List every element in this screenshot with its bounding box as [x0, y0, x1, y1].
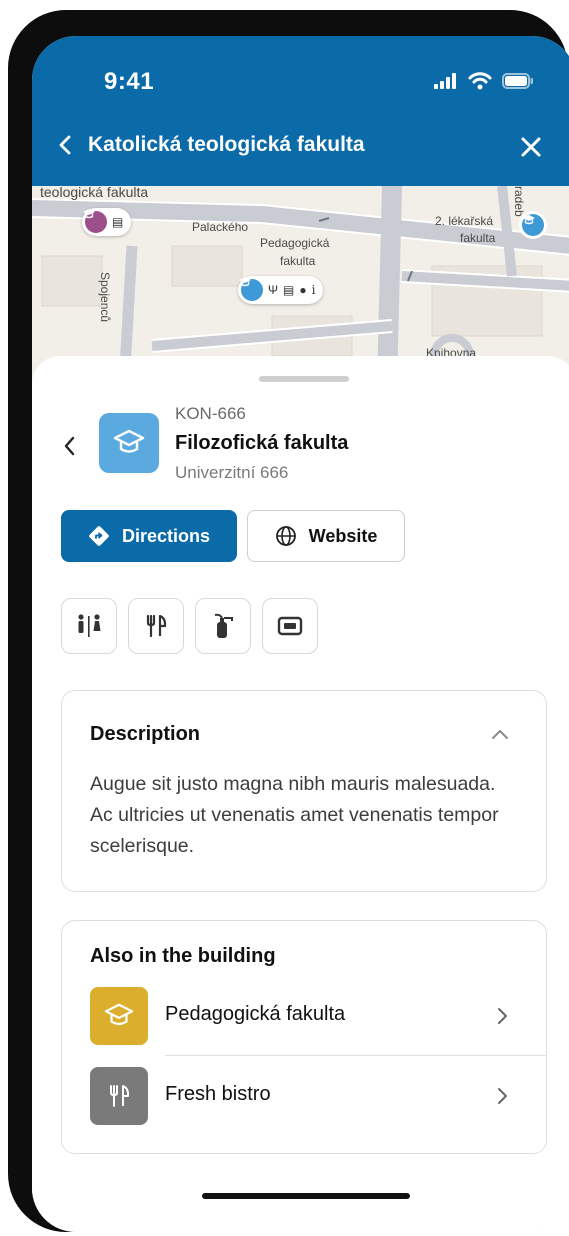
signal-icon	[434, 73, 456, 89]
phone-frame: 9:41 Katolická teologická fakulta teolog…	[8, 10, 569, 1232]
status-icons	[434, 72, 534, 90]
directions-button[interactable]: Directions	[61, 510, 237, 562]
fork-knife-icon: Ψ	[268, 283, 279, 297]
map-label-palackeho: Palackého	[192, 220, 249, 234]
restaurant-icon	[146, 614, 167, 638]
chevron-left-icon	[59, 135, 71, 155]
map-label-pedagogicka-1: Pedagogická	[260, 236, 330, 250]
graduation-cap-icon	[523, 215, 535, 225]
map-label-teologicka: teologická fakulta	[40, 186, 149, 200]
graduation-cap-icon	[83, 209, 107, 233]
description-toggle[interactable]	[490, 727, 510, 741]
fire-extinguisher-icon	[214, 613, 233, 638]
atm-icon	[277, 616, 303, 636]
map-pin-lekarska[interactable]	[522, 214, 544, 236]
graduation-cap-icon	[113, 429, 145, 453]
directions-icon	[89, 526, 109, 546]
list-divider	[165, 1055, 547, 1056]
description-text: Augue sit justo magna nibh mauris malesu…	[90, 773, 499, 857]
amenity-atm[interactable]	[262, 598, 318, 654]
globe-icon	[275, 526, 296, 546]
app-header: 9:41 Katolická teologická fakulta	[32, 36, 569, 186]
amenity-restroom[interactable]	[61, 598, 117, 654]
close-button[interactable]	[516, 132, 546, 162]
sheet-back-button[interactable]	[60, 434, 80, 458]
poi-address: Univerzitní 666	[175, 463, 289, 482]
map-label-radeb: radeb	[512, 186, 526, 217]
website-label: Website	[308, 525, 378, 546]
description-title: Description	[90, 723, 201, 745]
close-icon	[521, 137, 541, 157]
book-icon: ▤	[112, 215, 124, 229]
header-back-button[interactable]	[58, 134, 72, 156]
map-pin-pedagogicka[interactable]: Ψ ▤ ● i	[238, 276, 324, 304]
map-label-pedagogicka-2: fakulta	[280, 254, 316, 268]
amenity-fire-extinguisher[interactable]	[195, 598, 251, 654]
sheet-grabber[interactable]	[259, 376, 349, 382]
directions-label: Directions	[121, 525, 211, 546]
fork-knife-icon	[110, 1085, 129, 1107]
description-card: Description Augue sit justo magna nibh m…	[61, 690, 547, 892]
also-in-building-title: Also in the building	[90, 945, 276, 967]
detail-sheet: KON-666 Filozofická fakulta Univerzitní …	[32, 356, 569, 1232]
chevron-up-icon	[492, 730, 508, 739]
list-item-label: Fresh bistro	[165, 1083, 271, 1105]
page-title: Katolická teologická fakulta	[88, 133, 365, 156]
location-pin-icon: ●	[299, 283, 307, 297]
battery-icon	[502, 73, 533, 89]
map-label-spojencu: Spojenců	[98, 272, 112, 323]
poi-code: KON-666	[175, 404, 246, 423]
chevron-right-icon	[498, 1008, 507, 1024]
list-item-fresh-bistro[interactable]: Fresh bistro	[62, 1059, 546, 1133]
website-button[interactable]: Website	[247, 510, 405, 562]
restroom-icon	[78, 614, 101, 637]
screen: 9:41 Katolická teologická fakulta teolog…	[32, 36, 569, 1232]
graduation-cap-icon	[239, 277, 263, 301]
map-label-lekarska-1: 2. lékařská	[435, 214, 494, 228]
status-time: 9:41	[104, 68, 155, 95]
book-icon: ▤	[283, 283, 295, 297]
poi-category-tile	[99, 413, 159, 473]
list-item-pedagogicka[interactable]: Pedagogická fakulta	[62, 979, 546, 1053]
item-tile	[90, 1067, 148, 1125]
poi-name: Filozofická fakulta	[175, 432, 349, 454]
graduation-cap-icon	[104, 1003, 134, 1026]
home-indicator[interactable]	[202, 1193, 410, 1199]
also-in-building-card: Also in the building Pedagogická fakulta	[61, 920, 547, 1154]
chevron-right-icon	[498, 1088, 507, 1104]
amenity-restaurant[interactable]	[128, 598, 184, 654]
list-item-label: Pedagogická fakulta	[165, 1003, 346, 1025]
info-icon: i	[311, 283, 316, 297]
map-pin-teologicka[interactable]: ▤	[82, 208, 132, 236]
chevron-left-icon	[64, 436, 75, 456]
wifi-icon	[468, 72, 492, 90]
item-tile	[90, 987, 148, 1045]
map-label-lekarska-2: fakulta	[460, 231, 496, 245]
